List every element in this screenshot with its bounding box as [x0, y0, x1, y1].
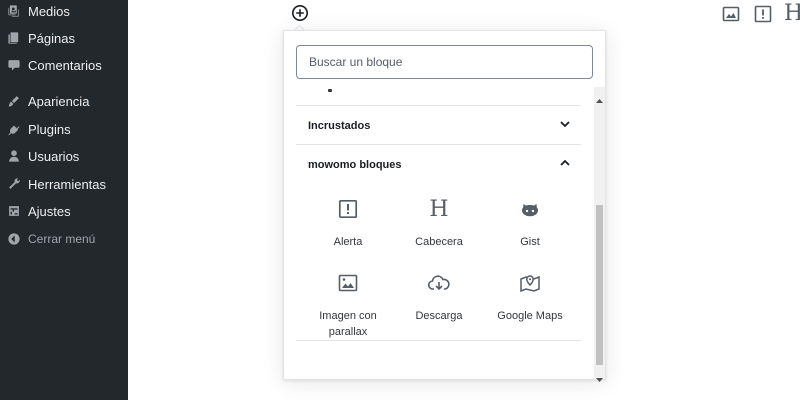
- sidebar-item-ajustes[interactable]: Ajustes: [0, 198, 128, 224]
- github-icon: [520, 198, 540, 220]
- image-icon[interactable]: [722, 4, 740, 24]
- heading-icon[interactable]: H: [784, 0, 800, 26]
- image-icon: [338, 272, 358, 294]
- panel-toggle-incrustados[interactable]: Incrustados: [296, 107, 581, 145]
- sidebar-item-apariencia[interactable]: Apariencia: [0, 88, 128, 114]
- heading-icon: H: [429, 196, 449, 222]
- sidebar-item-plugins[interactable]: Plugins: [0, 116, 128, 142]
- block-alerta[interactable]: Alerta: [303, 198, 393, 250]
- block-label: Alerta: [333, 236, 363, 248]
- sidebar-item-label: Ajustes: [28, 203, 71, 219]
- editor-screen: Medios Páginas Comentarios Apariencia Pl…: [0, 0, 800, 400]
- collapse-menu-label: Cerrar menú: [28, 232, 96, 246]
- block-label: Google Maps: [497, 310, 563, 322]
- divider: [296, 144, 581, 145]
- block-gist[interactable]: Gist: [485, 198, 575, 250]
- settings-icon: [0, 204, 28, 218]
- chevron-up-icon: [559, 156, 571, 174]
- block-results-list: Incrustados mowomo bloques Alerta H Cabe…: [284, 87, 605, 379]
- divider: [296, 340, 581, 341]
- comments-icon: [0, 58, 28, 72]
- block-imagen-con-parallax[interactable]: Imagen con parallax: [303, 272, 393, 340]
- plugins-icon: [0, 122, 28, 136]
- appearance-icon: [0, 94, 28, 108]
- sidebar-item-label: Herramientas: [28, 176, 107, 192]
- sidebar-item-usuarios[interactable]: Usuarios: [0, 143, 128, 169]
- scroll-down-arrow-icon[interactable]: [596, 370, 603, 382]
- sidebar-item-label: Páginas: [28, 30, 75, 46]
- block-google-maps[interactable]: Google Maps: [485, 272, 575, 324]
- divider: [296, 105, 581, 106]
- alert-icon: [338, 198, 358, 220]
- chevron-down-icon: [559, 117, 571, 135]
- collapse-arrow-icon: [0, 232, 28, 246]
- media-icon: [0, 4, 28, 18]
- users-icon: [0, 149, 28, 163]
- sidebar-item-medios[interactable]: Medios: [0, 0, 128, 24]
- block-label: Imagen con parallax: [319, 310, 377, 338]
- block-search-input[interactable]: [296, 45, 593, 79]
- sidebar-item-comentarios[interactable]: Comentarios: [0, 52, 128, 78]
- scrollbar-thumb[interactable]: [596, 205, 603, 365]
- block-label: Descarga: [415, 310, 463, 322]
- block-cabecera[interactable]: H Cabecera: [394, 196, 484, 250]
- sidebar-item-label: Medios: [28, 3, 70, 19]
- clipped-text-fragment: [328, 89, 332, 92]
- tools-icon: [0, 177, 28, 191]
- block-label: Cabecera: [415, 236, 463, 248]
- sidebar-item-paginas[interactable]: Páginas: [0, 25, 128, 51]
- sidebar-item-herramientas[interactable]: Herramientas: [0, 171, 128, 197]
- panel-title: mowomo bloques: [308, 159, 402, 171]
- cloud-download-icon: [428, 272, 450, 294]
- pages-icon: [0, 31, 28, 45]
- panel-title: Incrustados: [308, 120, 371, 132]
- panel-toggle-mowomo-bloques[interactable]: mowomo bloques: [296, 146, 581, 184]
- collapse-menu-button[interactable]: Cerrar menú: [0, 226, 128, 252]
- block-descarga[interactable]: Descarga: [394, 272, 484, 324]
- sidebar-item-label: Plugins: [28, 121, 71, 137]
- results-scrollbar[interactable]: [594, 87, 605, 382]
- heading-glyph: H: [429, 196, 449, 222]
- scroll-up-arrow-icon[interactable]: [596, 91, 603, 103]
- alert-icon[interactable]: [754, 4, 772, 24]
- sidebar-item-label: Usuarios: [28, 148, 80, 164]
- sidebar-item-label: Apariencia: [28, 93, 90, 109]
- block-inserter-popover: Incrustados mowomo bloques: [283, 30, 606, 382]
- search-wrapper: [296, 45, 593, 79]
- block-label: Gist: [520, 236, 540, 248]
- map-pin-icon: [519, 272, 541, 294]
- admin-sidebar: Medios Páginas Comentarios Apariencia Pl…: [0, 0, 128, 400]
- sidebar-item-label: Comentarios: [28, 57, 102, 73]
- plus-circle-icon[interactable]: [291, 4, 309, 22]
